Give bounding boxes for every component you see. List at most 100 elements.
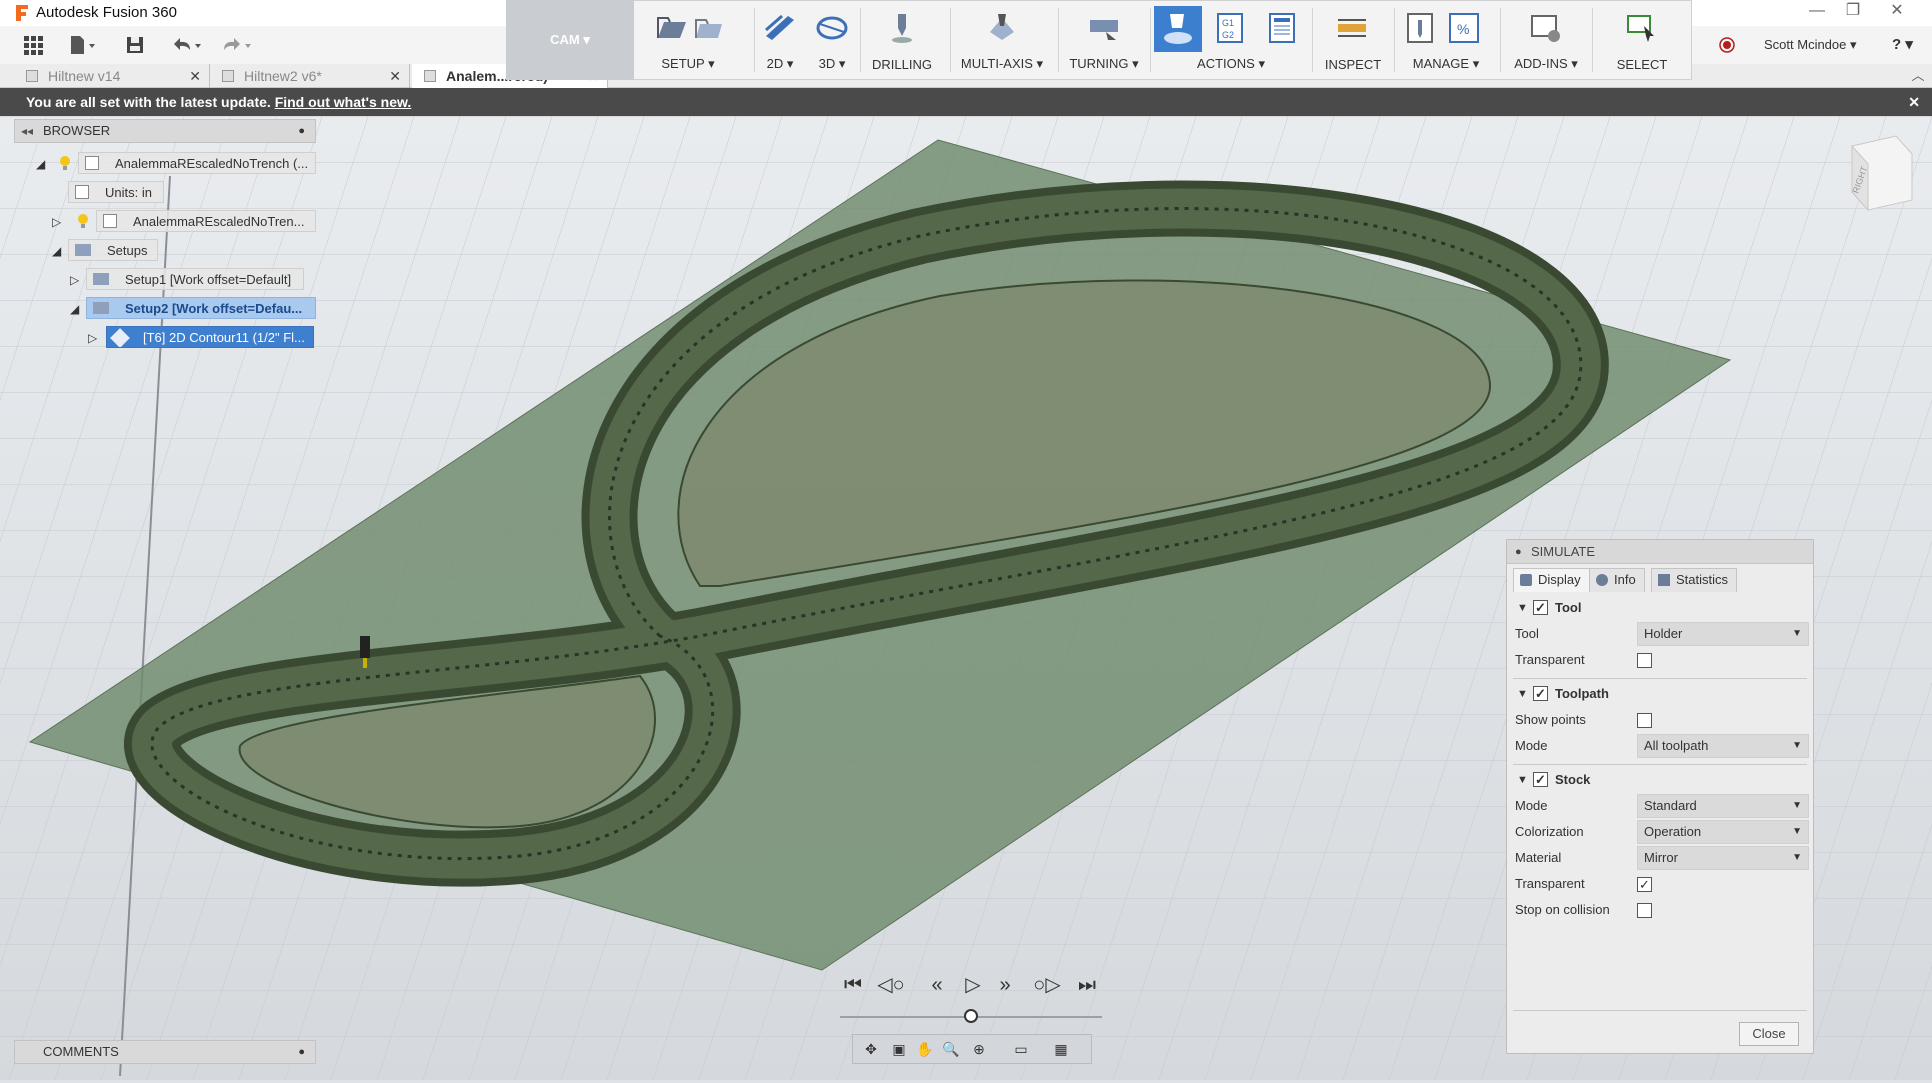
playback-slider-knob[interactable] bbox=[964, 1009, 978, 1023]
fit-icon[interactable]: ⊕ bbox=[967, 1039, 991, 1059]
tree-root[interactable]: AnalemmaREscaledNoTrench (... bbox=[78, 152, 316, 174]
save-icon[interactable] bbox=[124, 34, 146, 56]
comments-pin-icon[interactable]: ● bbox=[298, 1041, 305, 1063]
toolpath-mode-row: Mode All toolpath ▼ bbox=[1515, 732, 1809, 760]
redo-icon[interactable] bbox=[220, 34, 256, 56]
tool-transparent-checkbox[interactable] bbox=[1637, 653, 1652, 668]
stock-section-header[interactable]: ▼ ✓ Stock bbox=[1513, 766, 1807, 794]
tab-label: Hiltnew2 v6* bbox=[244, 68, 322, 84]
expand-component-icon[interactable]: ▷ bbox=[52, 211, 61, 233]
ribbon-2d[interactable]: 2D ▾ bbox=[756, 4, 804, 76]
tool-select[interactable]: Holder ▼ bbox=[1637, 622, 1809, 646]
close-tab-icon[interactable]: ✕ bbox=[189, 64, 201, 88]
simulate-collapse-icon[interactable]: ● bbox=[1515, 540, 1522, 564]
help-menu[interactable]: ? ▾ bbox=[1892, 35, 1913, 53]
stock-transparent-checkbox[interactable]: ✓ bbox=[1637, 877, 1652, 892]
tree-setup2[interactable]: Setup2 [Work offset=Defau... bbox=[86, 297, 316, 319]
ribbon-add-ins[interactable]: ADD-INS ▾ bbox=[1502, 4, 1590, 76]
simulate-button[interactable] bbox=[1154, 6, 1202, 52]
stock-mode-row: Mode Standard ▼ bbox=[1515, 792, 1809, 820]
toolpath-section-header[interactable]: ▼ ✓ Toolpath bbox=[1513, 680, 1807, 708]
stock-mode-select[interactable]: Standard ▼ bbox=[1637, 794, 1809, 818]
collapse-browser-icon[interactable]: ◂◂ bbox=[21, 120, 33, 142]
expand-root-icon[interactable]: ◢ bbox=[36, 153, 45, 175]
stop-collision-checkbox[interactable] bbox=[1637, 903, 1652, 918]
data-panel-grid-icon[interactable] bbox=[22, 34, 44, 56]
file-menu-icon[interactable] bbox=[68, 34, 98, 56]
ribbon-3d[interactable]: 3D ▾ bbox=[808, 4, 856, 76]
ribbon-turning[interactable]: TURNING ▾ bbox=[1060, 4, 1148, 76]
tab-info[interactable]: Info bbox=[1589, 568, 1645, 592]
play-icon[interactable]: ▷ bbox=[958, 972, 988, 998]
operation-icon bbox=[110, 328, 130, 347]
record-icon[interactable] bbox=[1718, 36, 1736, 54]
close-tab-icon[interactable]: ✕ bbox=[389, 64, 401, 88]
tab-hiltnew[interactable]: Hiltnew v14 ✕ bbox=[14, 64, 210, 88]
expand-setup2-icon[interactable]: ◢ bbox=[70, 298, 79, 320]
tool-section-checkbox[interactable]: ✓ bbox=[1533, 600, 1548, 615]
lightbulb-icon[interactable] bbox=[76, 213, 90, 229]
browser-pin-icon[interactable]: ● bbox=[298, 120, 305, 142]
minimize-button[interactable]: — bbox=[1800, 0, 1834, 24]
expand-operation-icon[interactable]: ▷ bbox=[88, 327, 97, 349]
tab-display[interactable]: Display bbox=[1513, 568, 1590, 592]
tree-component[interactable]: AnalemmaREscaledNoTren... bbox=[96, 210, 316, 232]
zoom-icon[interactable]: 🔍 bbox=[939, 1039, 963, 1059]
show-points-checkbox[interactable] bbox=[1637, 713, 1652, 728]
collapse-ribbon-icon[interactable]: ︿ bbox=[1908, 64, 1928, 88]
lightbulb-icon[interactable] bbox=[58, 155, 72, 171]
tab-info-label: Info bbox=[1614, 572, 1636, 587]
template-library-icon: % bbox=[1446, 10, 1482, 46]
playback-slider[interactable] bbox=[840, 1009, 1102, 1023]
ribbon-divider bbox=[1150, 8, 1151, 72]
material-select[interactable]: Mirror ▼ bbox=[1637, 846, 1809, 870]
tab-hiltnew2[interactable]: Hiltnew2 v6* ✕ bbox=[210, 64, 410, 88]
ribbon-divider bbox=[1058, 8, 1059, 72]
dropdown-arrow-icon: ▼ bbox=[1792, 852, 1802, 863]
ribbon-manage[interactable]: % MANAGE ▾ bbox=[1396, 4, 1496, 76]
next-operation-icon[interactable]: ○▷ bbox=[1032, 972, 1062, 998]
step-forward-icon[interactable]: » bbox=[990, 972, 1020, 998]
undo-icon[interactable] bbox=[170, 34, 206, 56]
ribbon-actions[interactable]: G1 G2 ACTIONS ▾ bbox=[1152, 4, 1310, 76]
tree-setups[interactable]: Setups bbox=[68, 239, 158, 261]
setup-sheet-icon bbox=[1264, 10, 1300, 46]
tree-setup1-label: Setup1 [Work offset=Default] bbox=[125, 272, 292, 287]
tree-units[interactable]: Units: in bbox=[68, 181, 164, 203]
close-window-button[interactable]: ✕ bbox=[1880, 0, 1914, 24]
ribbon-setup[interactable]: SETUP ▾ bbox=[650, 4, 726, 76]
stock-section-checkbox[interactable]: ✓ bbox=[1533, 772, 1548, 787]
whats-new-link[interactable]: Find out what's new. bbox=[275, 94, 412, 110]
step-back-icon[interactable]: « bbox=[922, 972, 952, 998]
toolpath-section-checkbox[interactable]: ✓ bbox=[1533, 686, 1548, 701]
setup-folder-icon bbox=[93, 273, 109, 285]
dropdown-arrow-icon: ▼ bbox=[1792, 826, 1802, 837]
tool-section-header[interactable]: ▼ ✓ Tool bbox=[1513, 594, 1807, 622]
user-menu[interactable]: Scott Mcindoe ▾ bbox=[1764, 37, 1857, 53]
close-simulate-button[interactable]: Close bbox=[1739, 1022, 1799, 1046]
look-at-icon[interactable]: ▣ bbox=[887, 1039, 911, 1059]
ribbon-multi-axis[interactable]: MULTI-AXIS ▾ bbox=[952, 4, 1052, 76]
maximize-button[interactable]: ❐ bbox=[1836, 0, 1870, 24]
pan-icon[interactable]: ✋ bbox=[913, 1039, 937, 1059]
go-to-end-icon[interactable]: ⏭ bbox=[1072, 972, 1102, 998]
tab-statistics[interactable]: Statistics bbox=[1651, 568, 1738, 592]
display-settings-icon[interactable]: ▭ bbox=[1009, 1039, 1033, 1059]
ribbon-select[interactable]: SELECT bbox=[1594, 4, 1690, 76]
ribbon-drilling[interactable]: DRILLING bbox=[862, 4, 942, 76]
workspace-switcher[interactable]: CAM ▾ bbox=[506, 0, 634, 80]
tree-operation[interactable]: [T6] 2D Contour11 (1/2" Fl... bbox=[106, 326, 314, 348]
expand-setups-icon[interactable]: ◢ bbox=[52, 240, 61, 262]
previous-operation-icon[interactable]: ◁○ bbox=[876, 972, 906, 998]
grid-settings-icon[interactable]: ▦ bbox=[1049, 1039, 1073, 1059]
comments-panel[interactable]: COMMENTS ● bbox=[14, 1040, 316, 1064]
go-to-start-icon[interactable]: ⏮ bbox=[838, 972, 868, 998]
ribbon-label: SETUP bbox=[661, 56, 705, 71]
ribbon-inspect[interactable]: INSPECT bbox=[1314, 4, 1392, 76]
dismiss-notification-icon[interactable]: ✕ bbox=[1908, 88, 1920, 116]
toolpath-mode-select[interactable]: All toolpath ▼ bbox=[1637, 734, 1809, 758]
colorization-select[interactable]: Operation ▼ bbox=[1637, 820, 1809, 844]
expand-setup1-icon[interactable]: ▷ bbox=[70, 269, 79, 291]
orbit-icon[interactable]: ✥ bbox=[859, 1039, 883, 1059]
tree-setup1[interactable]: Setup1 [Work offset=Default] bbox=[86, 268, 304, 290]
